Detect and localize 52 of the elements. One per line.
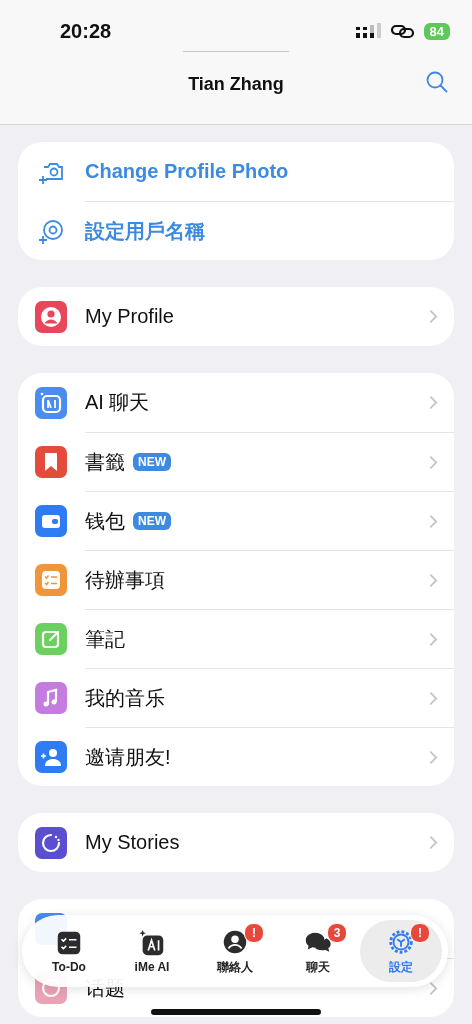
chevron-icon xyxy=(429,513,438,529)
row-label: My Profile xyxy=(85,305,174,328)
settings-row[interactable]: AI 聊天 xyxy=(18,373,454,432)
row-label: 我的音乐 xyxy=(85,685,165,711)
row-label: AI 聊天 xyxy=(85,390,150,415)
chevron-icon xyxy=(429,395,438,410)
header-title: Tian Zhang xyxy=(188,73,284,95)
battery-indicator: 84 xyxy=(423,22,450,40)
settings-row[interactable]: 邀请朋友! xyxy=(18,727,454,786)
wallet-icon xyxy=(35,504,67,537)
settings-row[interactable]: 書籤 NEW xyxy=(18,432,454,491)
settings-row[interactable]: 待辦事項 xyxy=(18,550,454,609)
settings-row[interactable]: My Profile xyxy=(18,287,454,346)
chevron-icon xyxy=(429,749,438,765)
notification-badge: ! xyxy=(410,922,430,943)
chevron-icon xyxy=(429,690,438,706)
row-label: 邀请朋友! xyxy=(85,744,171,770)
chevron-icon xyxy=(429,309,438,324)
row-label: My Stories xyxy=(85,831,180,854)
row-label: 钱包 xyxy=(85,508,125,534)
settings-row[interactable]: 钱包 NEW xyxy=(18,491,454,550)
note-icon xyxy=(35,622,67,655)
bookmark-icon xyxy=(35,445,67,478)
todo-icon xyxy=(35,563,67,596)
chevron-icon xyxy=(429,835,438,850)
new-badge: NEW xyxy=(133,512,171,530)
new-badge: NEW xyxy=(133,453,171,471)
music-icon xyxy=(35,681,67,714)
invite-icon xyxy=(35,740,67,773)
chevron-icon xyxy=(429,454,438,470)
action-row[interactable]: 設定用戶名稱 xyxy=(18,201,454,260)
chevron-icon xyxy=(429,631,438,647)
action-row[interactable]: Change Profile Photo xyxy=(18,142,454,201)
row-label: 設定用戶名稱 xyxy=(85,218,205,244)
ai-icon xyxy=(35,386,67,419)
signal-icon xyxy=(355,23,382,39)
tab-item[interactable]: ! 聯絡人 xyxy=(194,920,276,982)
status-time: 20:28 xyxy=(60,19,112,43)
row-label: Change Profile Photo xyxy=(85,160,289,183)
profile-icon xyxy=(35,300,67,333)
settings-row[interactable]: 筆記 xyxy=(18,609,454,668)
row-label: 待辦事項 xyxy=(85,567,165,593)
notification-badge: 3 xyxy=(327,922,347,943)
notification-badge: ! xyxy=(244,922,264,943)
row-label: 筆記 xyxy=(85,626,125,652)
settings-row[interactable]: My Stories xyxy=(18,813,454,872)
settings-row[interactable]: 我的音乐 xyxy=(18,668,454,727)
tab-item[interactable]: ! 設定 xyxy=(360,920,442,982)
chevron-icon xyxy=(429,572,438,588)
link-icon xyxy=(390,23,415,39)
row-label: 書籤 xyxy=(85,449,125,475)
tab-item[interactable]: 3 聊天 xyxy=(277,920,359,982)
